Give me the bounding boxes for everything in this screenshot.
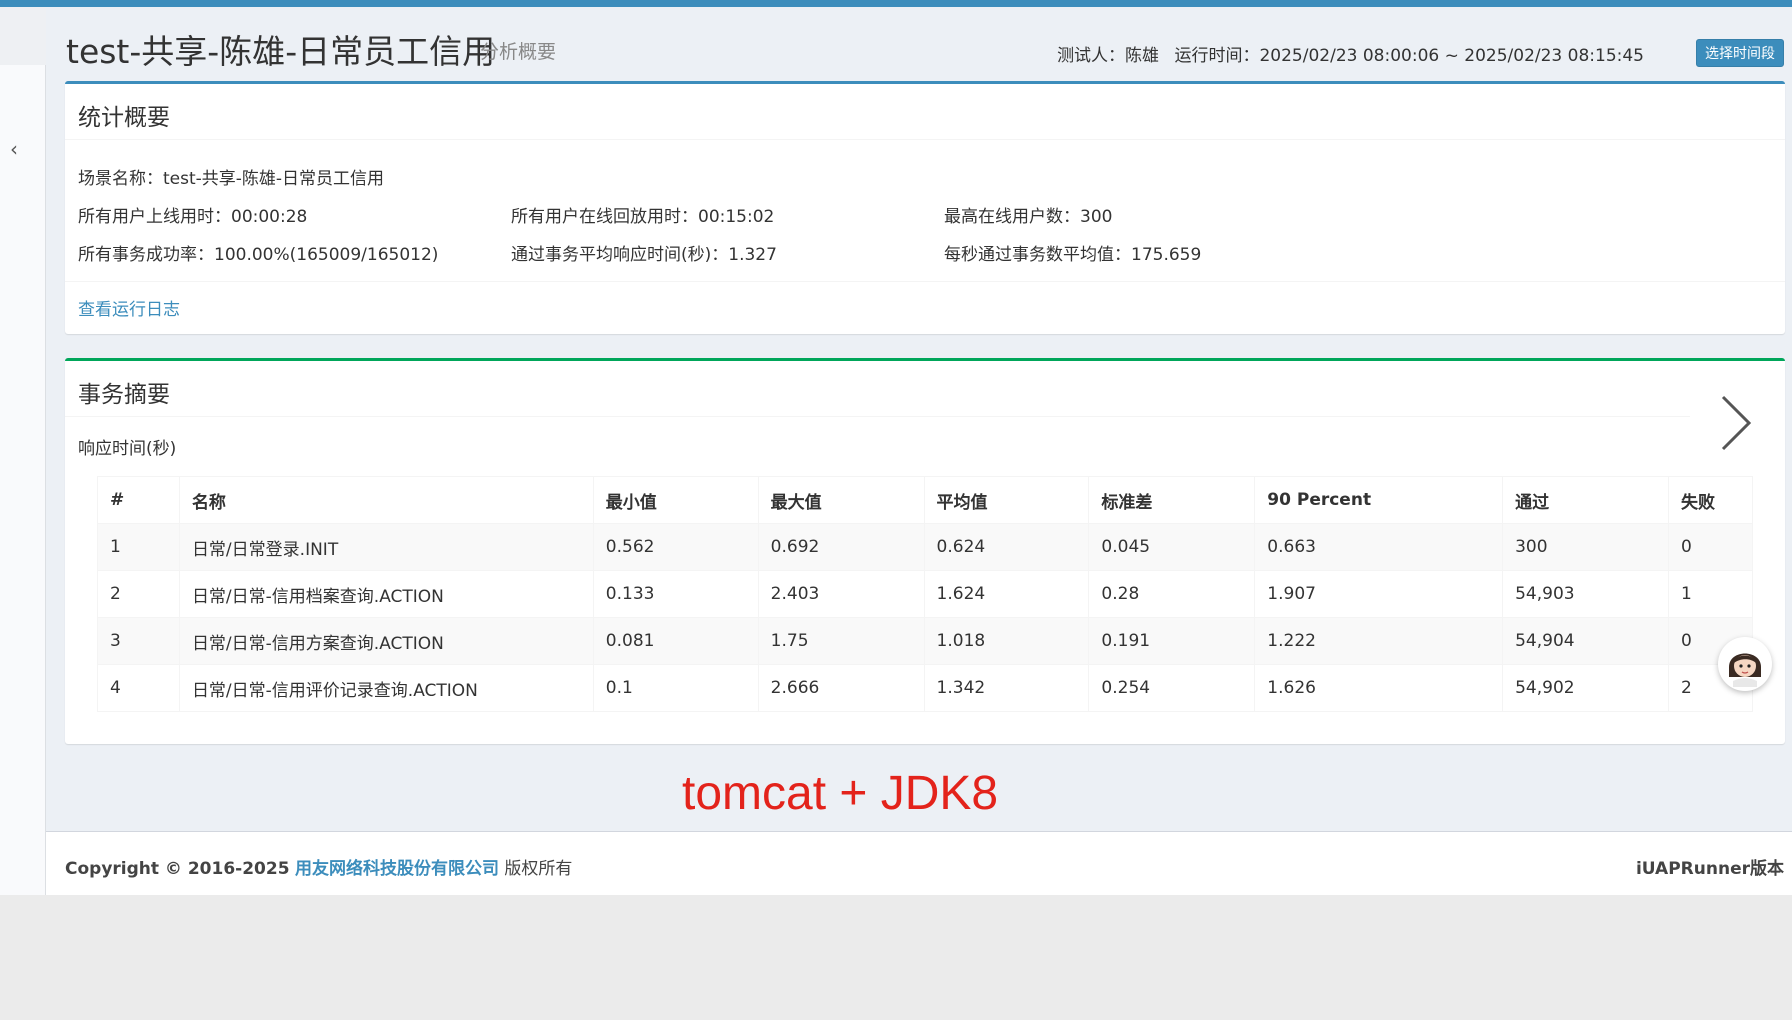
page-footer: Copyright © 2016-2025 用友网络科技股份有限公司 版权所有 … <box>46 831 1792 895</box>
table-cell: 0.663 <box>1254 523 1504 571</box>
avg-response-time: 通过事务平均响应时间(秒)：1.327 <box>511 245 777 265</box>
stats-summary-panel: 统计概要 场景名称：test-共享-陈雄-日常员工信用 所有用户上线用时：00:… <box>65 81 1785 334</box>
table-cell: 2 <box>97 570 180 618</box>
version-label: iUAPRunner版本 <box>1635 859 1784 879</box>
table-cell: 54,903 <box>1502 570 1669 618</box>
table-cell: 54,902 <box>1502 664 1669 712</box>
table-cell: 0.045 <box>1088 523 1256 571</box>
app-container: ‹ test-共享-陈雄-日常员工信用 分析概要 测试人：陈雄 运行时间：202… <box>0 7 1792 895</box>
page-title: test-共享-陈雄-日常员工信用 <box>66 32 496 71</box>
table-row: 2 日常/日常-信用档案查询.ACTION 0.133 2.403 1.624 … <box>97 570 1754 618</box>
select-time-range-button[interactable]: 选择时间段 <box>1696 39 1784 67</box>
table-cell: 0.191 <box>1088 617 1256 665</box>
sidebar-header <box>0 7 46 65</box>
table-cell: 1 <box>97 523 180 571</box>
column-header: 最大值 <box>757 476 925 524</box>
sidebar: ‹ <box>0 7 46 895</box>
table-cell: 0 <box>1667 523 1754 571</box>
column-header: 失败 <box>1667 476 1754 524</box>
top-accent-bar <box>0 0 1792 7</box>
run-info: 测试人：陈雄 运行时间：2025/02/23 08:00:06 ~ 2025/0… <box>1047 41 1644 66</box>
stats-summary-title: 统计概要 <box>78 105 170 131</box>
company-link[interactable]: 用友网络科技股份有限公司 <box>295 859 499 879</box>
table-cell: 4 <box>97 664 180 712</box>
transaction-summary-panel: 事务摘要 响应时间(秒) # 名称 最小值 最大值 平均值 标准差 90 Per… <box>65 358 1785 744</box>
run-time-label: 运行时间：2025/02/23 08:00:06 ~ 2025/02/23 08… <box>1174 46 1644 66</box>
table-cell: 1.222 <box>1254 617 1504 665</box>
table-cell: 1.626 <box>1254 664 1504 712</box>
column-header: 标准差 <box>1088 476 1256 524</box>
copyright-years: Copyright © 2016-2025 <box>65 859 290 879</box>
rights-text: 版权所有 <box>504 859 573 879</box>
table-cell: 日常/日常-信用档案查询.ACTION <box>178 570 594 618</box>
divider <box>65 416 1690 417</box>
table-cell: 0.624 <box>923 523 1090 571</box>
table-cell: 1.624 <box>923 570 1090 618</box>
column-header: 名称 <box>178 476 594 524</box>
success-rate: 所有事务成功率：100.00%(165009/165012) <box>78 245 439 265</box>
scene-name: 场景名称：test-共享-陈雄-日常员工信用 <box>78 169 385 189</box>
column-header: 平均值 <box>923 476 1090 524</box>
response-time-label: 响应时间(秒) <box>78 439 177 459</box>
table-cell: 2.403 <box>757 570 925 618</box>
column-header: 90 Percent <box>1254 476 1504 524</box>
table-cell: 3 <box>97 617 180 665</box>
table-cell: 1.018 <box>923 617 1090 665</box>
table-cell: 1.342 <box>923 664 1090 712</box>
view-run-log-link[interactable]: 查看运行日志 <box>78 295 180 320</box>
table-row: 1 日常/日常登录.INIT 0.562 0.692 0.624 0.045 0… <box>97 523 1754 571</box>
table-cell: 0.28 <box>1088 570 1256 618</box>
table-cell: 300 <box>1502 523 1669 571</box>
table-cell: 2.666 <box>757 664 925 712</box>
table-cell: 1.907 <box>1254 570 1504 618</box>
assistant-avatar-icon[interactable] <box>1718 637 1772 691</box>
divider <box>65 139 1785 140</box>
table-cell: 0.692 <box>757 523 925 571</box>
divider <box>65 281 1785 282</box>
table-cell: 0.254 <box>1088 664 1256 712</box>
chevron-right-icon[interactable] <box>1715 393 1755 453</box>
annotation-text: tomcat + JDK8 <box>682 767 999 820</box>
page-header: test-共享-陈雄-日常员工信用 分析概要 测试人：陈雄 运行时间：2025/… <box>46 7 1792 80</box>
table-cell: 日常/日常-信用方案查询.ACTION <box>178 617 594 665</box>
table-cell: 1 <box>1667 570 1754 618</box>
column-header: 最小值 <box>592 476 759 524</box>
table-cell: 0.133 <box>592 570 759 618</box>
table-row: 4 日常/日常-信用评价记录查询.ACTION 0.1 2.666 1.342 … <box>97 664 1754 712</box>
table-cell: 1.75 <box>757 617 925 665</box>
copyright: Copyright © 2016-2025 用友网络科技股份有限公司 版权所有 <box>65 854 572 879</box>
max-online-users: 最高在线用户数：300 <box>944 207 1113 227</box>
transaction-summary-title: 事务摘要 <box>78 382 170 408</box>
table-header-row: # 名称 最小值 最大值 平均值 标准差 90 Percent 通过 失败 <box>97 476 1754 524</box>
column-header: 通过 <box>1502 476 1669 524</box>
avg-tps: 每秒通过事务数平均值：175.659 <box>944 245 1202 265</box>
table-cell: 54,904 <box>1502 617 1669 665</box>
login-time: 所有用户上线用时：00:00:28 <box>78 207 308 227</box>
table-cell: 0.562 <box>592 523 759 571</box>
chevron-left-icon[interactable]: ‹ <box>10 137 18 161</box>
table-row: 3 日常/日常-信用方案查询.ACTION 0.081 1.75 1.018 0… <box>97 617 1754 665</box>
tester-label: 测试人：陈雄 <box>1057 46 1160 66</box>
table-cell: 日常/日常登录.INIT <box>178 523 594 571</box>
transaction-table: # 名称 最小值 最大值 平均值 标准差 90 Percent 通过 失败 1 … <box>97 476 1754 712</box>
page-subtitle: 分析概要 <box>480 41 557 63</box>
table-cell: 0.081 <box>592 617 759 665</box>
table-cell: 0.1 <box>592 664 759 712</box>
table-cell: 日常/日常-信用评价记录查询.ACTION <box>178 664 594 712</box>
online-replay-time: 所有用户在线回放用时：00:15:02 <box>511 207 775 227</box>
column-header: # <box>97 476 180 524</box>
